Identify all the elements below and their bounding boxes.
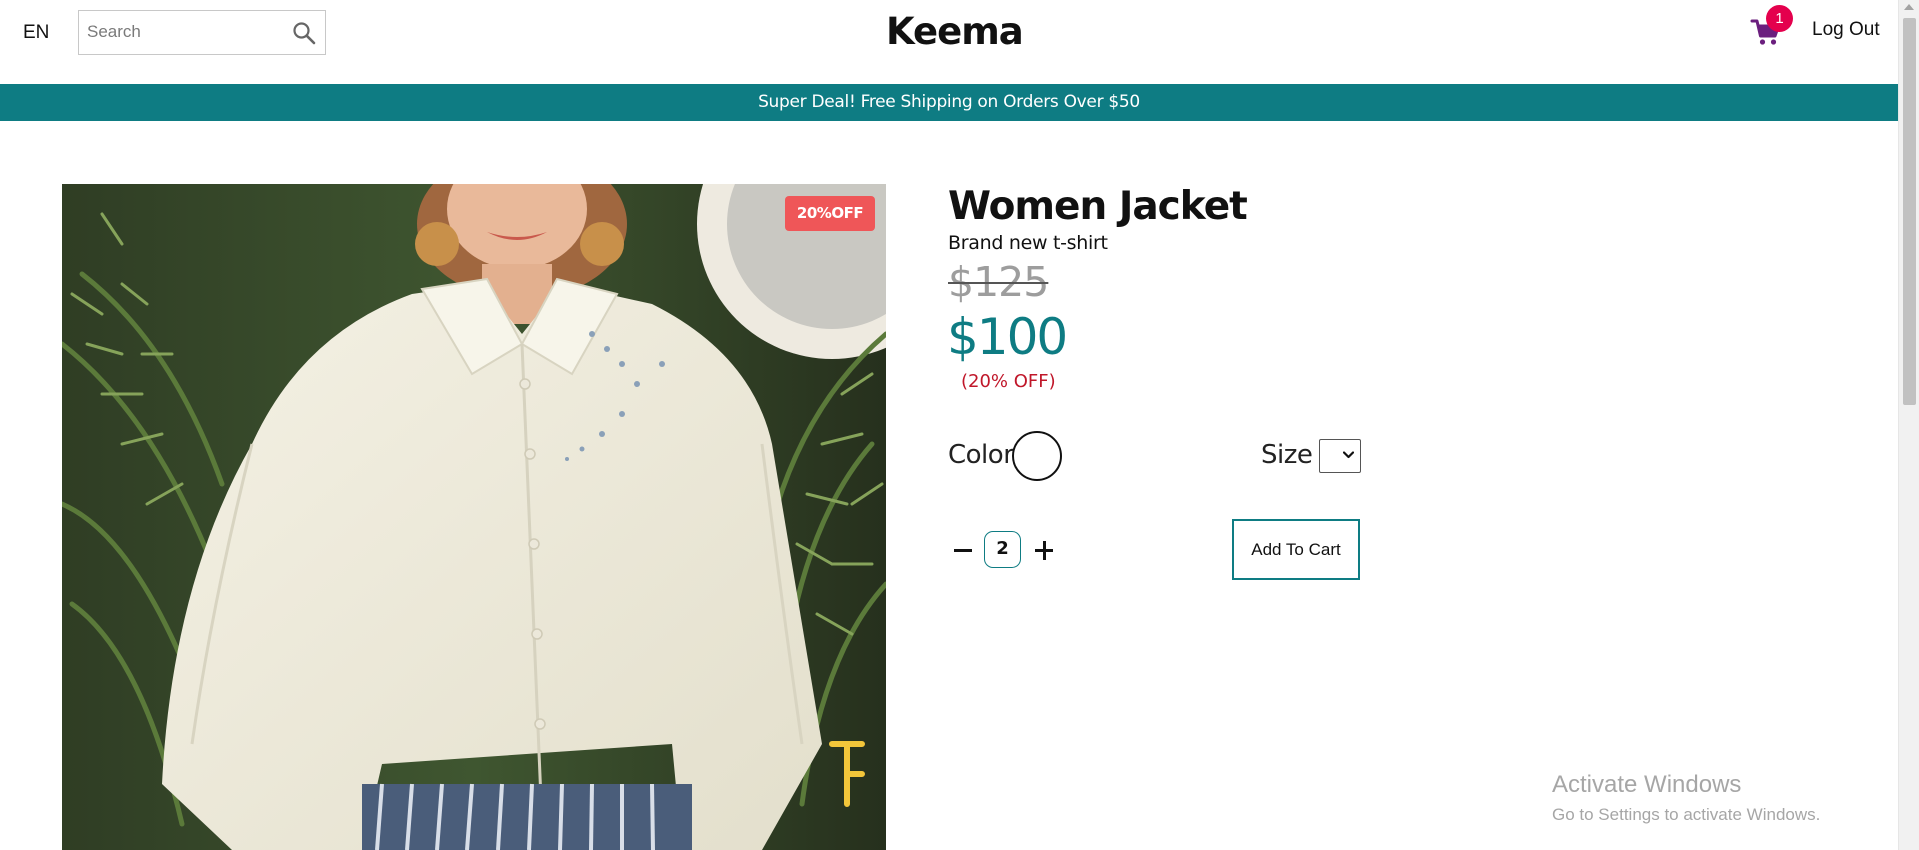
site-header: EN Keema 1 Log Out [0,0,1898,84]
search-icon[interactable] [292,21,316,45]
add-to-cart-button[interactable]: Add To Cart [1232,519,1360,580]
color-swatch[interactable] [1012,431,1062,481]
search-input[interactable] [79,11,279,52]
discount-badge: 20%OFF [785,196,875,231]
windows-activation-title: Activate Windows [1552,771,1742,798]
page-scrollbar[interactable] [1898,0,1919,850]
language-selector[interactable]: EN [23,22,49,44]
site-logo[interactable]: Keema [886,10,1024,53]
current-price: $100 [947,308,1068,366]
cart-count-badge: 1 [1766,5,1793,32]
quantity-value[interactable]: 2 [984,531,1021,568]
old-price: $125 [948,258,1049,306]
windows-activation-subtitle: Go to Settings to activate Windows. [1552,805,1821,824]
discount-label: (20% OFF) [961,371,1056,392]
quantity-decrease-button[interactable] [952,535,974,565]
logout-link[interactable]: Log Out [1812,19,1880,41]
product-image [62,184,886,850]
search-box[interactable] [78,10,326,55]
product-subtitle: Brand new t-shirt [948,232,1108,254]
promo-banner: Super Deal! Free Shipping on Orders Over… [0,84,1898,121]
color-label: Color [948,440,1014,470]
size-select[interactable] [1319,439,1361,473]
scrollbar-thumb[interactable] [1903,18,1916,405]
product-title: Women Jacket [948,184,1248,229]
scroll-up-arrow-icon[interactable] [1904,4,1914,10]
quantity-increase-button[interactable] [1033,535,1055,565]
chevron-down-icon [1343,451,1354,459]
size-label: Size [1261,440,1313,470]
